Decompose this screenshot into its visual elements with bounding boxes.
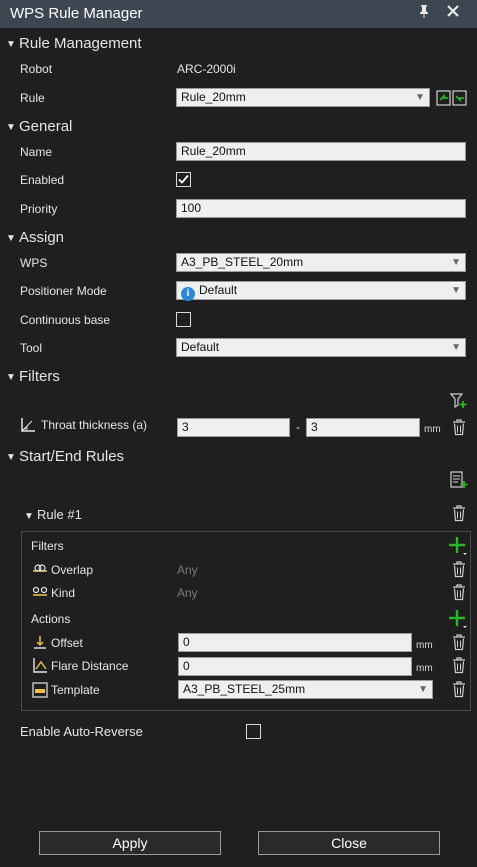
trash-icon[interactable] [452,419,466,436]
enabled-checkbox[interactable] [176,172,191,187]
robot-value: ARC-2000i [177,62,236,76]
kind-label: Kind [51,586,76,600]
trash-icon[interactable] [452,505,466,522]
name-label: Name [20,145,53,159]
continuous-base-label: Continuous base [20,313,111,327]
template-icon [32,682,48,698]
collapse-triangle-icon[interactable]: ▼ [6,452,16,463]
close-button[interactable]: Close [258,831,440,855]
copy-rule-button[interactable] [436,89,468,107]
template-label: Template [51,683,100,697]
add-filter-plus-icon[interactable] [448,536,468,558]
tool-label: Tool [20,341,43,355]
positioner-mode-label: Positioner Mode [20,284,107,298]
throat-max-field[interactable]: 3 [306,418,420,437]
apply-button[interactable]: Apply [39,831,221,855]
add-rule-icon[interactable] [450,471,468,489]
flare-distance-icon [32,657,48,673]
chevron-down-icon: ▼ [451,257,461,268]
positioner-mode-value: Default [199,283,238,297]
trash-icon[interactable] [452,657,466,674]
section-start-end-rules[interactable]: Start/End Rules [19,448,124,465]
kind-value[interactable]: Any [177,586,198,600]
auto-reverse-checkbox[interactable] [246,724,261,739]
section-general[interactable]: General [19,118,72,135]
template-select-value: A3_PB_STEEL_25mm [183,682,306,696]
trash-icon[interactable] [452,681,466,698]
throat-thickness-label: Throat thickness (a) [41,418,148,432]
continuous-base-checkbox[interactable] [176,312,191,327]
trash-icon[interactable] [452,584,466,601]
chevron-down-icon: ▼ [451,285,461,296]
section-rule-management[interactable]: Rule Management [19,35,142,52]
offset-icon [32,634,48,650]
collapse-triangle-icon[interactable]: ▼ [6,122,16,133]
positioner-mode-select[interactable]: i Default ▼ [176,281,466,301]
section-filters[interactable]: Filters [19,368,60,385]
unit-label: mm [416,663,433,674]
add-filter-icon[interactable] [449,393,468,409]
auto-reverse-label: Enable Auto-Reverse [20,724,143,739]
trash-icon[interactable] [452,634,466,651]
flare-distance-field[interactable]: 0 [178,657,412,676]
chevron-down-icon: ▼ [451,342,461,353]
offset-label: Offset [51,636,83,650]
enabled-label: Enabled [20,173,65,187]
tool-select-value: Default [181,340,220,354]
trash-icon[interactable] [452,561,466,578]
wps-select-value: A3_PB_STEEL_20mm [181,255,304,269]
rule-select-value: Rule_20mm [181,90,246,104]
window-title: WPS Rule Manager [10,5,143,22]
pin-icon[interactable] [414,4,434,24]
close-icon[interactable] [443,4,463,24]
wps-label: WPS [20,256,48,270]
range-dash: - [296,420,300,434]
info-icon: i [181,287,195,301]
section-assign[interactable]: Assign [19,229,64,246]
wps-select[interactable]: A3_PB_STEEL_20mm ▼ [176,253,466,272]
priority-label: Priority [20,202,58,216]
rule-filters-heading: Filters [31,539,64,553]
throat-thickness-icon [20,417,36,433]
rule-select[interactable]: Rule_20mm ▼ [176,88,430,107]
rule-1-title[interactable]: Rule #1 [37,507,82,522]
rule-label: Rule [20,91,45,105]
robot-label: Robot [20,62,53,76]
tool-select[interactable]: Default ▼ [176,338,466,357]
overlap-icon [32,562,48,576]
collapse-triangle-icon[interactable]: ▼ [6,372,16,383]
name-field[interactable]: Rule_20mm [176,142,466,161]
unit-label: mm [416,640,433,651]
offset-field[interactable]: 0 [178,633,412,652]
collapse-triangle-icon[interactable]: ▼ [24,511,34,522]
add-action-plus-icon[interactable] [448,609,468,631]
collapse-triangle-icon[interactable]: ▼ [6,39,16,50]
template-select[interactable]: A3_PB_STEEL_25mm ▼ [178,680,433,699]
rule-actions-heading: Actions [31,612,71,626]
chevron-down-icon: ▼ [418,684,428,695]
overlap-value[interactable]: Any [177,563,198,577]
chevron-down-icon: ▼ [415,92,425,103]
priority-field[interactable]: 100 [176,199,466,218]
collapse-triangle-icon[interactable]: ▼ [6,233,16,244]
overlap-label: Overlap [51,563,94,577]
unit-label: mm [424,424,441,435]
flare-distance-label: Flare Distance [51,659,129,673]
kind-icon [32,585,48,599]
throat-min-field[interactable]: 3 [177,418,290,437]
